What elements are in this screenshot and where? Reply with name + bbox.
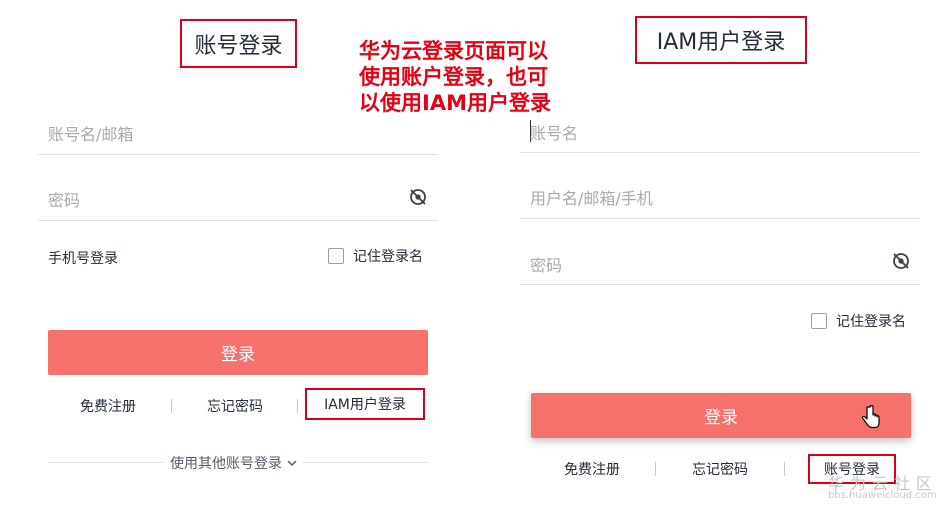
hand-pointer-icon xyxy=(861,405,881,431)
tab-iam-login[interactable]: IAM用户登录 xyxy=(635,16,807,64)
tab-account-login[interactable]: 账号登录 xyxy=(180,19,297,68)
checkbox-icon[interactable] xyxy=(328,248,344,264)
checkbox-icon[interactable] xyxy=(811,313,827,329)
password-placeholder: 密码 xyxy=(48,191,81,210)
iam-password-underline xyxy=(520,284,920,285)
username-underline xyxy=(38,154,438,155)
phone-login-link[interactable]: 手机号登录 xyxy=(48,248,118,268)
iam-login-link[interactable]: IAM用户登录 xyxy=(305,388,425,420)
iam-password-placeholder: 密码 xyxy=(530,256,563,275)
remember-checkbox[interactable]: 记住登录名 xyxy=(328,246,423,266)
iam-login-button[interactable]: 登录 xyxy=(531,393,911,438)
password-field[interactable]: 密码 xyxy=(48,187,80,211)
iam-forgot-link[interactable]: 忘记密码 xyxy=(680,459,760,479)
forgot-password-link[interactable]: 忘记密码 xyxy=(195,396,275,416)
phone-login-label: 手机号登录 xyxy=(48,251,118,267)
tab-iam-login-label: IAM用户登录 xyxy=(656,30,786,55)
register-link[interactable]: 免费注册 xyxy=(68,396,148,416)
iam-remember-checkbox[interactable]: 记住登录名 xyxy=(811,311,906,331)
watermark-url-label: bbs.huaweicloud.com xyxy=(828,490,937,501)
link-divider xyxy=(784,462,785,476)
link-divider xyxy=(171,399,172,413)
login-button-label: 登录 xyxy=(221,345,255,365)
annotation-line: 以使用IAM用户登录 xyxy=(359,91,551,115)
account-placeholder: 账号名 xyxy=(530,124,579,143)
iam-password-field[interactable]: 密码 xyxy=(530,252,562,276)
forgot-link-label: 忘记密码 xyxy=(207,399,263,415)
iam-link-label: IAM用户登录 xyxy=(324,397,406,413)
chevron-down-icon xyxy=(287,455,297,471)
iam-user-underline xyxy=(520,218,920,219)
username-placeholder: 账号名/邮箱 xyxy=(48,125,134,144)
link-divider xyxy=(297,399,298,413)
iam-remember-label: 记住登录名 xyxy=(836,314,906,330)
username-field[interactable]: 账号名/邮箱 xyxy=(48,121,133,145)
account-underline xyxy=(520,152,920,153)
iam-register-link[interactable]: 免费注册 xyxy=(552,459,632,479)
annotation-line: 使用账户登录，也可 xyxy=(359,65,548,89)
watermark-url: bbs.huaweicloud.com xyxy=(828,490,937,501)
iam-user-placeholder: 用户名/邮箱/手机 xyxy=(530,189,653,208)
eye-off-icon[interactable] xyxy=(891,251,911,271)
iam-forgot-label: 忘记密码 xyxy=(692,462,748,478)
account-field[interactable]: 账号名 xyxy=(530,120,578,144)
annotation-line: 华为云登录页面可以 xyxy=(359,39,548,63)
annotation-text: 华为云登录页面可以 使用账户登录，也可 以使用IAM用户登录 xyxy=(359,38,551,116)
remember-label: 记住登录名 xyxy=(353,249,423,265)
iam-login-button-label: 登录 xyxy=(704,408,738,428)
register-link-label: 免费注册 xyxy=(80,399,136,415)
password-underline xyxy=(38,220,438,221)
login-button[interactable]: 登录 xyxy=(48,330,428,375)
other-login-label: 使用其他账号登录 xyxy=(170,456,282,472)
other-login-toggle[interactable]: 使用其他账号登录 xyxy=(164,453,303,473)
iam-user-field[interactable]: 用户名/邮箱/手机 xyxy=(530,185,653,209)
eye-off-icon[interactable] xyxy=(408,187,428,207)
link-divider xyxy=(655,462,656,476)
tab-account-login-label: 账号登录 xyxy=(194,33,283,59)
iam-register-label: 免费注册 xyxy=(564,462,620,478)
